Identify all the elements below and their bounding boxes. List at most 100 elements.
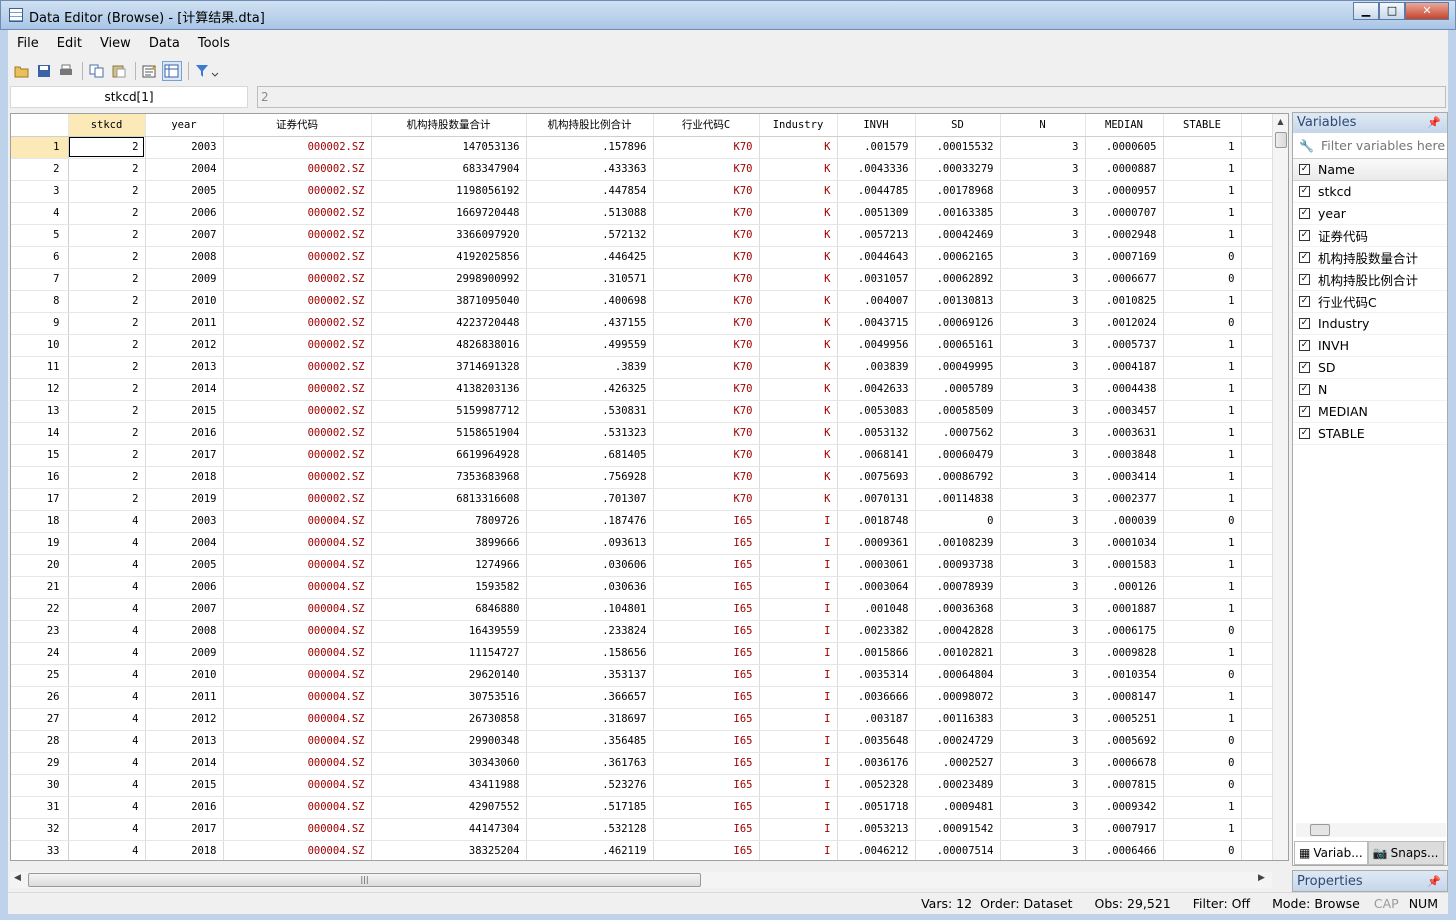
table-cell[interactable]: 2012 [145, 334, 224, 357]
variables-manager-icon[interactable] [140, 61, 160, 81]
table-cell[interactable]: 1 [1163, 136, 1242, 159]
table-cell[interactable]: .572132 [526, 224, 654, 247]
table-cell[interactable]: .0046212 [837, 840, 916, 860]
table-cell[interactable]: 4 [68, 598, 146, 621]
table-cell[interactable]: I65 [653, 708, 760, 731]
table-cell[interactable]: 3 [1000, 554, 1086, 577]
column-header[interactable]: 行业代码C [653, 114, 760, 137]
table-cell[interactable]: .00069126 [915, 312, 1001, 335]
table-cell[interactable]: .0004438 [1085, 378, 1164, 401]
table-cell[interactable]: .0006678 [1085, 752, 1164, 775]
table-cell[interactable]: K70 [653, 224, 760, 247]
table-cell[interactable]: 2003 [145, 136, 224, 159]
table-cell[interactable]: 2013 [145, 730, 224, 753]
table-cell[interactable]: 0 [1163, 268, 1242, 291]
table-cell[interactable]: K [759, 136, 838, 159]
table-cell[interactable]: .0003414 [1085, 466, 1164, 489]
table-cell[interactable]: .0000707 [1085, 202, 1164, 225]
table-cell[interactable]: 2017 [145, 444, 224, 467]
table-cell[interactable]: 43411988 [371, 774, 527, 797]
row-number[interactable]: 28 [11, 730, 69, 753]
table-cell[interactable]: 4 [68, 708, 146, 731]
row-number[interactable]: 2 [11, 158, 69, 181]
table-cell[interactable]: 000002.SZ [223, 378, 372, 401]
table-cell[interactable]: 1 [1163, 532, 1242, 555]
table-cell[interactable]: 3 [1000, 840, 1086, 860]
table-cell[interactable]: .0009361 [837, 532, 916, 555]
row-number[interactable]: 8 [11, 290, 69, 313]
table-cell[interactable]: .0001034 [1085, 532, 1164, 555]
table-cell[interactable]: K [759, 422, 838, 445]
row-number[interactable]: 29 [11, 752, 69, 775]
table-cell[interactable]: 1 [1163, 686, 1242, 709]
table-cell[interactable]: .001579 [837, 136, 916, 159]
table-cell[interactable]: K70 [653, 422, 760, 445]
table-cell[interactable]: 000002.SZ [223, 356, 372, 379]
table-cell[interactable]: K [759, 290, 838, 313]
table-cell[interactable]: 2 [68, 224, 146, 247]
table-cell[interactable]: 1 [1163, 708, 1242, 731]
table-cell[interactable]: 2010 [145, 290, 224, 313]
table-cell[interactable]: 3 [1000, 730, 1086, 753]
table-cell[interactable]: 4 [68, 818, 146, 841]
table-cell[interactable]: .0068141 [837, 444, 916, 467]
table-cell[interactable]: .00114838 [915, 488, 1001, 511]
variable-item[interactable]: ✓ 机构持股数量合计 [1293, 247, 1447, 269]
table-cell[interactable]: .000126 [1085, 576, 1164, 599]
table-cell[interactable]: 4 [68, 532, 146, 555]
table-cell[interactable]: K70 [653, 400, 760, 423]
table-cell[interactable]: I [759, 664, 838, 687]
table-cell[interactable]: 000002.SZ [223, 290, 372, 313]
table-cell[interactable]: 000002.SZ [223, 246, 372, 269]
table-cell[interactable]: 2 [68, 246, 146, 269]
table-cell[interactable]: K70 [653, 158, 760, 181]
table-cell[interactable]: I65 [653, 686, 760, 709]
table-cell[interactable]: I65 [653, 774, 760, 797]
table-cell[interactable]: .530831 [526, 400, 654, 423]
table-cell[interactable]: 3 [1000, 466, 1086, 489]
vertical-scroll-thumb[interactable] [1275, 132, 1287, 148]
variable-item[interactable]: ✓ 证券代码 [1293, 225, 1447, 247]
table-cell[interactable]: .0070131 [837, 488, 916, 511]
column-header[interactable]: INVH [837, 114, 916, 137]
variable-item[interactable]: ✓ 行业代码C [1293, 291, 1447, 313]
variable-item[interactable]: ✓ N [1293, 379, 1447, 401]
table-cell[interactable]: I [759, 598, 838, 621]
table-cell[interactable]: 2 [68, 466, 146, 489]
table-cell[interactable]: .0043715 [837, 312, 916, 335]
table-cell[interactable]: I [759, 532, 838, 555]
table-cell[interactable]: K70 [653, 444, 760, 467]
table-cell[interactable]: 000002.SZ [223, 224, 372, 247]
table-cell[interactable]: .0044785 [837, 180, 916, 203]
row-number[interactable]: 1 [11, 136, 69, 159]
variable-item[interactable]: ✓ 机构持股比例合计 [1293, 269, 1447, 291]
row-number[interactable]: 12 [11, 378, 69, 401]
table-cell[interactable]: .00065161 [915, 334, 1001, 357]
table-cell[interactable]: .00033279 [915, 158, 1001, 181]
table-cell[interactable]: .532128 [526, 818, 654, 841]
table-cell[interactable]: I [759, 554, 838, 577]
row-number[interactable]: 30 [11, 774, 69, 797]
table-cell[interactable]: 2 [68, 180, 146, 203]
table-cell[interactable]: 2007 [145, 598, 224, 621]
table-cell[interactable]: 000004.SZ [223, 796, 372, 819]
table-cell[interactable]: .0005692 [1085, 730, 1164, 753]
table-cell[interactable]: 1 [1163, 202, 1242, 225]
table-cell[interactable]: .0005737 [1085, 334, 1164, 357]
table-cell[interactable]: 0 [1163, 730, 1242, 753]
table-cell[interactable]: K [759, 268, 838, 291]
table-cell[interactable]: .0007169 [1085, 246, 1164, 269]
table-cell[interactable]: 000002.SZ [223, 312, 372, 335]
table-cell[interactable]: 1593582 [371, 576, 527, 599]
table-cell[interactable]: 3 [1000, 400, 1086, 423]
table-cell[interactable]: I65 [653, 730, 760, 753]
table-cell[interactable]: I [759, 730, 838, 753]
table-cell[interactable]: K70 [653, 334, 760, 357]
table-cell[interactable]: .00058509 [915, 400, 1001, 423]
table-cell[interactable]: I [759, 642, 838, 665]
table-cell[interactable]: I [759, 818, 838, 841]
table-cell[interactable]: I [759, 576, 838, 599]
table-cell[interactable]: .00178968 [915, 180, 1001, 203]
table-cell[interactable]: K [759, 356, 838, 379]
table-cell[interactable]: 3 [1000, 774, 1086, 797]
